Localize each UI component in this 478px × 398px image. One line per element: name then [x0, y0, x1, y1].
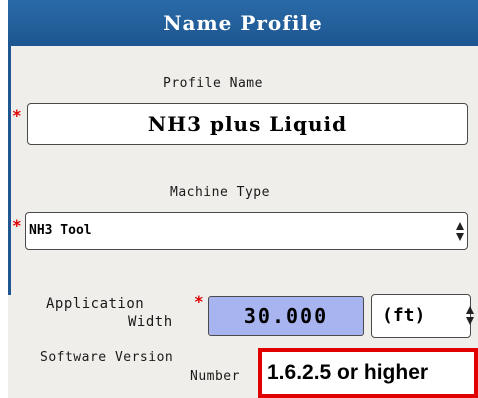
width-unit-select[interactable]: (ft) — [371, 294, 474, 338]
profile-name-input[interactable]: NH3 plus Liquid — [27, 103, 468, 145]
application-width-label-line2: Width — [128, 314, 173, 330]
machine-type-label: Machine Type — [170, 185, 270, 200]
profile-name-label: Profile Name — [163, 76, 263, 91]
machine-type-value: NH3 Tool — [29, 223, 92, 238]
application-width-label-line1: Application — [46, 296, 145, 312]
profile-name-required-marker: * — [12, 106, 22, 125]
software-version-label-line1: Software Version — [40, 350, 174, 365]
software-version-callout: 1.6.2.5 or higher — [258, 348, 478, 398]
spinner-arrows-icon[interactable] — [466, 306, 474, 326]
spinner-arrows-icon[interactable] — [456, 222, 464, 242]
machine-type-required-marker: * — [12, 216, 22, 235]
machine-type-select[interactable]: NH3 Tool — [25, 212, 468, 250]
application-width-input[interactable]: 30.000 — [208, 296, 364, 336]
application-width-required-marker: * — [194, 292, 204, 311]
page-title: Name Profile — [8, 0, 478, 46]
width-unit-value: (ft) — [382, 305, 426, 326]
software-version-label-line2: Number — [190, 369, 240, 384]
